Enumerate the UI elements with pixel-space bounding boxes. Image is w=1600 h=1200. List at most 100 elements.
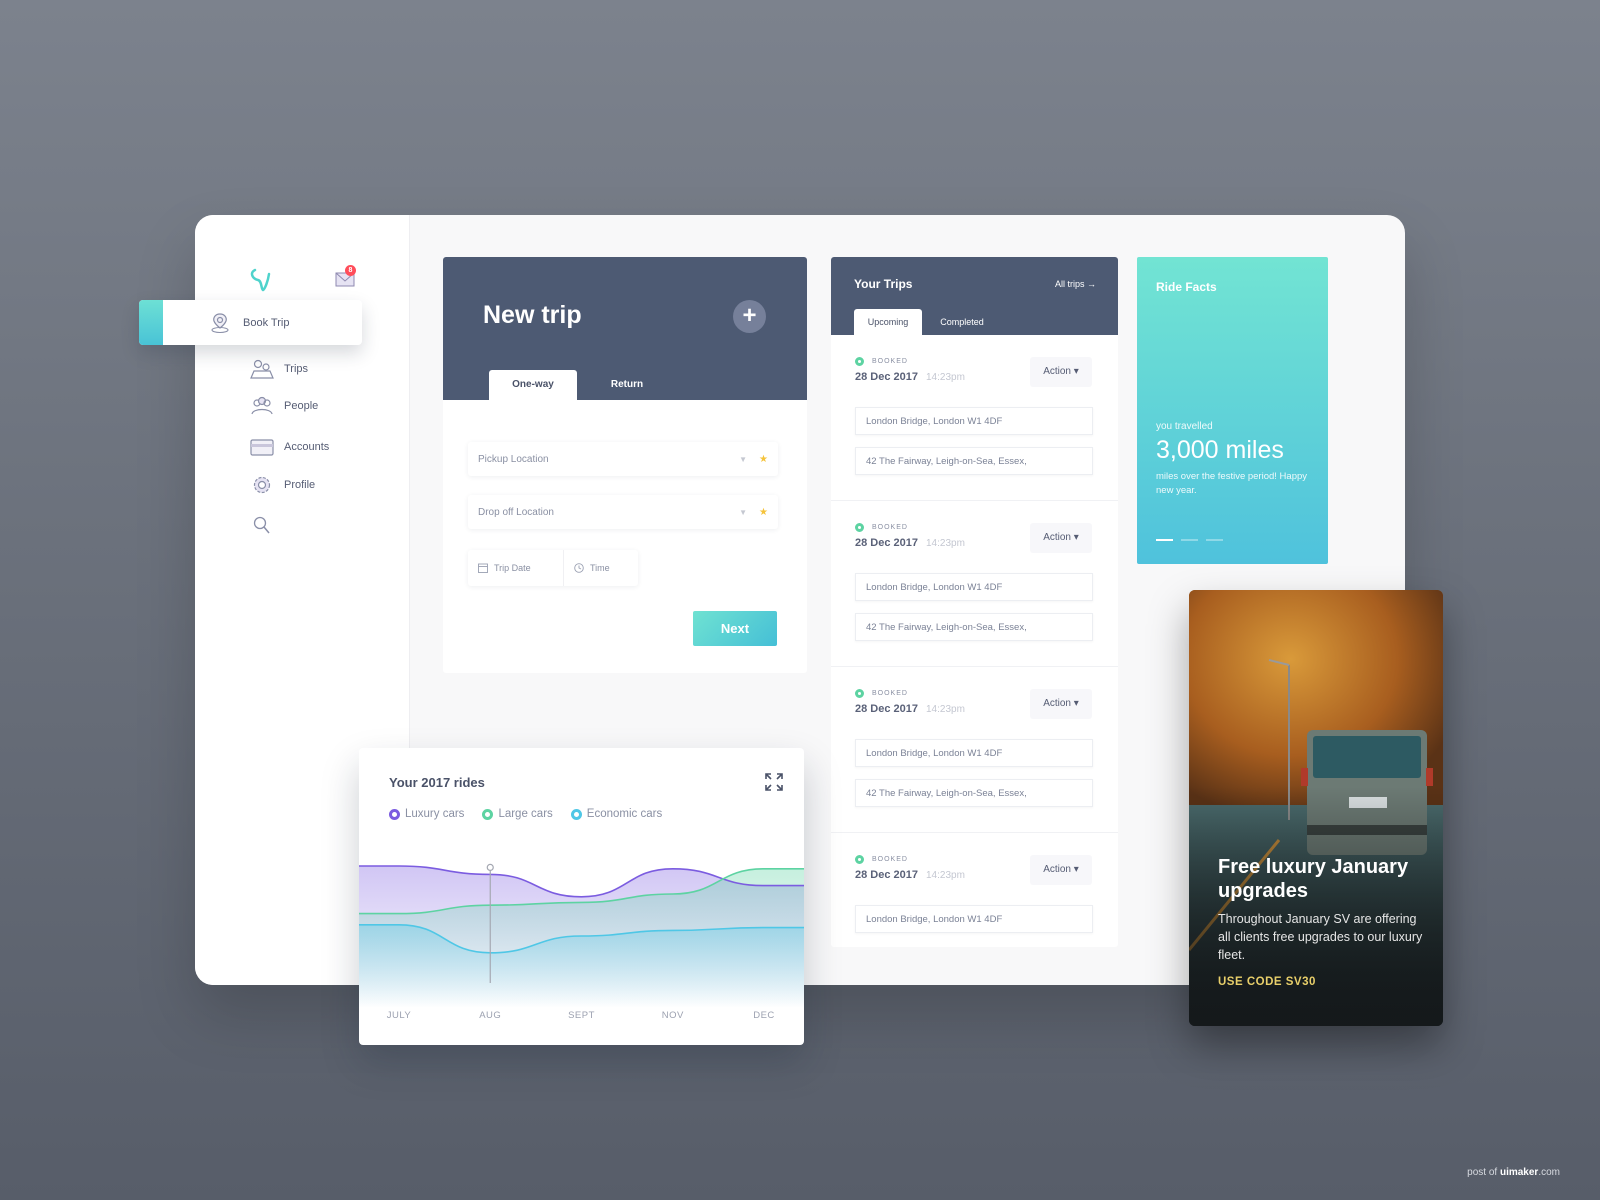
trip-item: BOOKED 28 Dec 2017 14:23pm Action ▾ Londo… <box>831 667 1118 833</box>
dropoff-location-select[interactable]: Drop off Location ▼ ★ <box>468 495 778 529</box>
your-trips-header: Your Trips All trips → Upcoming Complete… <box>831 257 1118 335</box>
pickup-address[interactable]: London Bridge, London W1 4DF <box>855 407 1093 435</box>
status-badge: BOOKED <box>855 357 908 366</box>
promo-title: Free luxury January upgrades <box>1218 856 1409 902</box>
sidebar-search[interactable] <box>250 513 284 537</box>
location-pin-icon <box>211 312 229 333</box>
promo-card[interactable]: Free luxury January upgrades Throughout … <box>1189 590 1443 1026</box>
promo-code[interactable]: USE CODE SV30 <box>1218 976 1316 988</box>
ride-facts-card: Ride Facts you travelled 3,000 miles mil… <box>1137 257 1328 564</box>
carousel-dot[interactable] <box>1156 539 1173 541</box>
expand-icon[interactable] <box>764 772 784 792</box>
logo-icon[interactable] <box>247 267 273 293</box>
book-trip-label: Book Trip <box>243 316 290 329</box>
time-placeholder: Time <box>590 563 610 573</box>
trip-date-placeholder: Trip Date <box>494 563 531 573</box>
chevron-down-icon: ▼ <box>739 454 748 464</box>
status-badge: BOOKED <box>855 523 908 532</box>
legend-item-luxury[interactable]: Luxury cars <box>389 808 464 820</box>
new-trip-title: New trip <box>483 301 582 329</box>
watermark: post of uimaker.com <box>1467 1167 1560 1178</box>
legend-marker-icon <box>389 808 400 820</box>
x-tick-label: AUG <box>479 1010 502 1021</box>
hover-marker-handle[interactable] <box>486 863 494 871</box>
trip-date-input[interactable]: Trip Date <box>468 550 564 586</box>
tab-upcoming[interactable]: Upcoming <box>854 309 922 335</box>
area-economic-cars <box>359 924 804 1008</box>
pickup-location-select[interactable]: Pickup Location ▼ ★ <box>468 442 778 476</box>
action-dropdown[interactable]: Action ▾ <box>1030 689 1092 719</box>
gear-icon <box>253 476 271 494</box>
sidebar-item-label: Profile <box>284 479 316 491</box>
trip-time: 14:23pm <box>926 538 965 549</box>
ride-facts-value: 3,000 miles <box>1156 436 1284 464</box>
trip-datetime: 28 Dec 2017 14:23pm <box>855 371 965 383</box>
all-trips-link[interactable]: All trips → <box>1055 279 1096 289</box>
trip-date: 28 Dec 2017 <box>855 537 918 549</box>
your-trips-card: Your Trips All trips → Upcoming Complete… <box>831 257 1118 947</box>
rides-chart-card: Your 2017 rides Luxury cars Large cars E… <box>359 748 804 1045</box>
pickup-address[interactable]: London Bridge, London W1 4DF <box>855 573 1093 601</box>
sidebar-item-label: People <box>284 400 319 412</box>
chart-legend: Luxury cars Large cars Economic cars <box>389 808 662 820</box>
sidebar-item-profile[interactable]: Profile <box>250 473 315 497</box>
pickup-address[interactable]: London Bridge, London W1 4DF <box>855 739 1093 767</box>
carousel-dot[interactable] <box>1206 539 1223 541</box>
trip-time: 14:23pm <box>926 870 965 881</box>
rides-area-chart[interactable] <box>359 838 804 1008</box>
status-label: BOOKED <box>872 856 908 863</box>
time-input[interactable]: Time <box>564 550 610 586</box>
ride-facts-description: miles over the festive period! Happy new… <box>1156 471 1308 496</box>
tab-completed[interactable]: Completed <box>927 309 997 335</box>
x-tick-label: JULY <box>386 1010 412 1021</box>
tab-return[interactable]: Return <box>583 370 671 400</box>
status-dot-icon <box>855 357 864 366</box>
status-dot-icon <box>855 689 864 698</box>
legend-item-large[interactable]: Large cars <box>482 808 553 820</box>
add-trip-button[interactable]: + <box>733 300 766 333</box>
x-tick-label: DEC <box>753 1010 775 1021</box>
ride-facts-title: Ride Facts <box>1156 280 1217 294</box>
x-axis-labels: JULY AUG SEPT NOV DEC <box>359 1010 804 1024</box>
trip-date: 28 Dec 2017 <box>855 869 918 881</box>
legend-marker-icon <box>482 808 494 820</box>
active-indicator <box>139 300 163 345</box>
action-dropdown[interactable]: Action ▾ <box>1030 855 1092 885</box>
status-label: BOOKED <box>872 690 908 697</box>
trip-datetime: 28 Dec 2017 14:23pm <box>855 537 965 549</box>
people-icon <box>251 396 273 415</box>
trip-date: 28 Dec 2017 <box>855 703 918 715</box>
dropoff-address[interactable]: 42 The Fairway, Leigh-on-Sea, Essex, <box>855 613 1093 641</box>
dropoff-address[interactable]: 42 The Fairway, Leigh-on-Sea, Essex, <box>855 447 1093 475</box>
watermark-brand: uimaker <box>1499 1167 1539 1178</box>
trip-time: 14:23pm <box>926 704 965 715</box>
calendar-icon <box>478 563 488 573</box>
carousel-dot[interactable] <box>1181 539 1198 541</box>
next-button[interactable]: Next <box>693 611 777 646</box>
status-label: BOOKED <box>872 358 908 365</box>
tab-one-way[interactable]: One-way <box>489 370 577 400</box>
action-dropdown[interactable]: Action ▾ <box>1030 357 1092 387</box>
pickup-address[interactable]: London Bridge, London W1 4DF <box>855 905 1093 933</box>
sidebar-item-book-trip[interactable]: Book Trip <box>139 300 362 345</box>
dropoff-address[interactable]: 42 The Fairway, Leigh-on-Sea, Essex, <box>855 779 1093 807</box>
sidebar-item-people[interactable]: People <box>250 394 318 418</box>
date-time-group: Trip Date Time <box>468 550 638 586</box>
carousel-indicators <box>1156 539 1223 541</box>
trip-item: BOOKED 28 Dec 2017 14:23pm Action ▾ Londo… <box>831 501 1118 667</box>
action-dropdown[interactable]: Action ▾ <box>1030 523 1092 553</box>
legend-item-economic[interactable]: Economic cars <box>570 808 662 820</box>
new-trip-card: New trip + One-way Return Pickup Locatio… <box>443 257 807 673</box>
mail-badge: 8 <box>345 265 356 276</box>
sidebar-item-trips[interactable]: Trips <box>250 357 308 381</box>
clock-icon <box>574 563 584 573</box>
your-trips-title: Your Trips <box>854 277 913 291</box>
watermark-suffix: .com <box>1538 1167 1560 1178</box>
sidebar-item-label: Trips <box>284 363 309 375</box>
sidebar-item-accounts[interactable]: Accounts <box>250 435 329 459</box>
map-pins-icon <box>250 359 274 379</box>
pickup-location-placeholder: Pickup Location <box>478 453 549 465</box>
chevron-down-icon: ▼ <box>739 507 748 517</box>
watermark-prefix: post of <box>1467 1167 1500 1178</box>
legend-marker-icon <box>570 808 582 820</box>
